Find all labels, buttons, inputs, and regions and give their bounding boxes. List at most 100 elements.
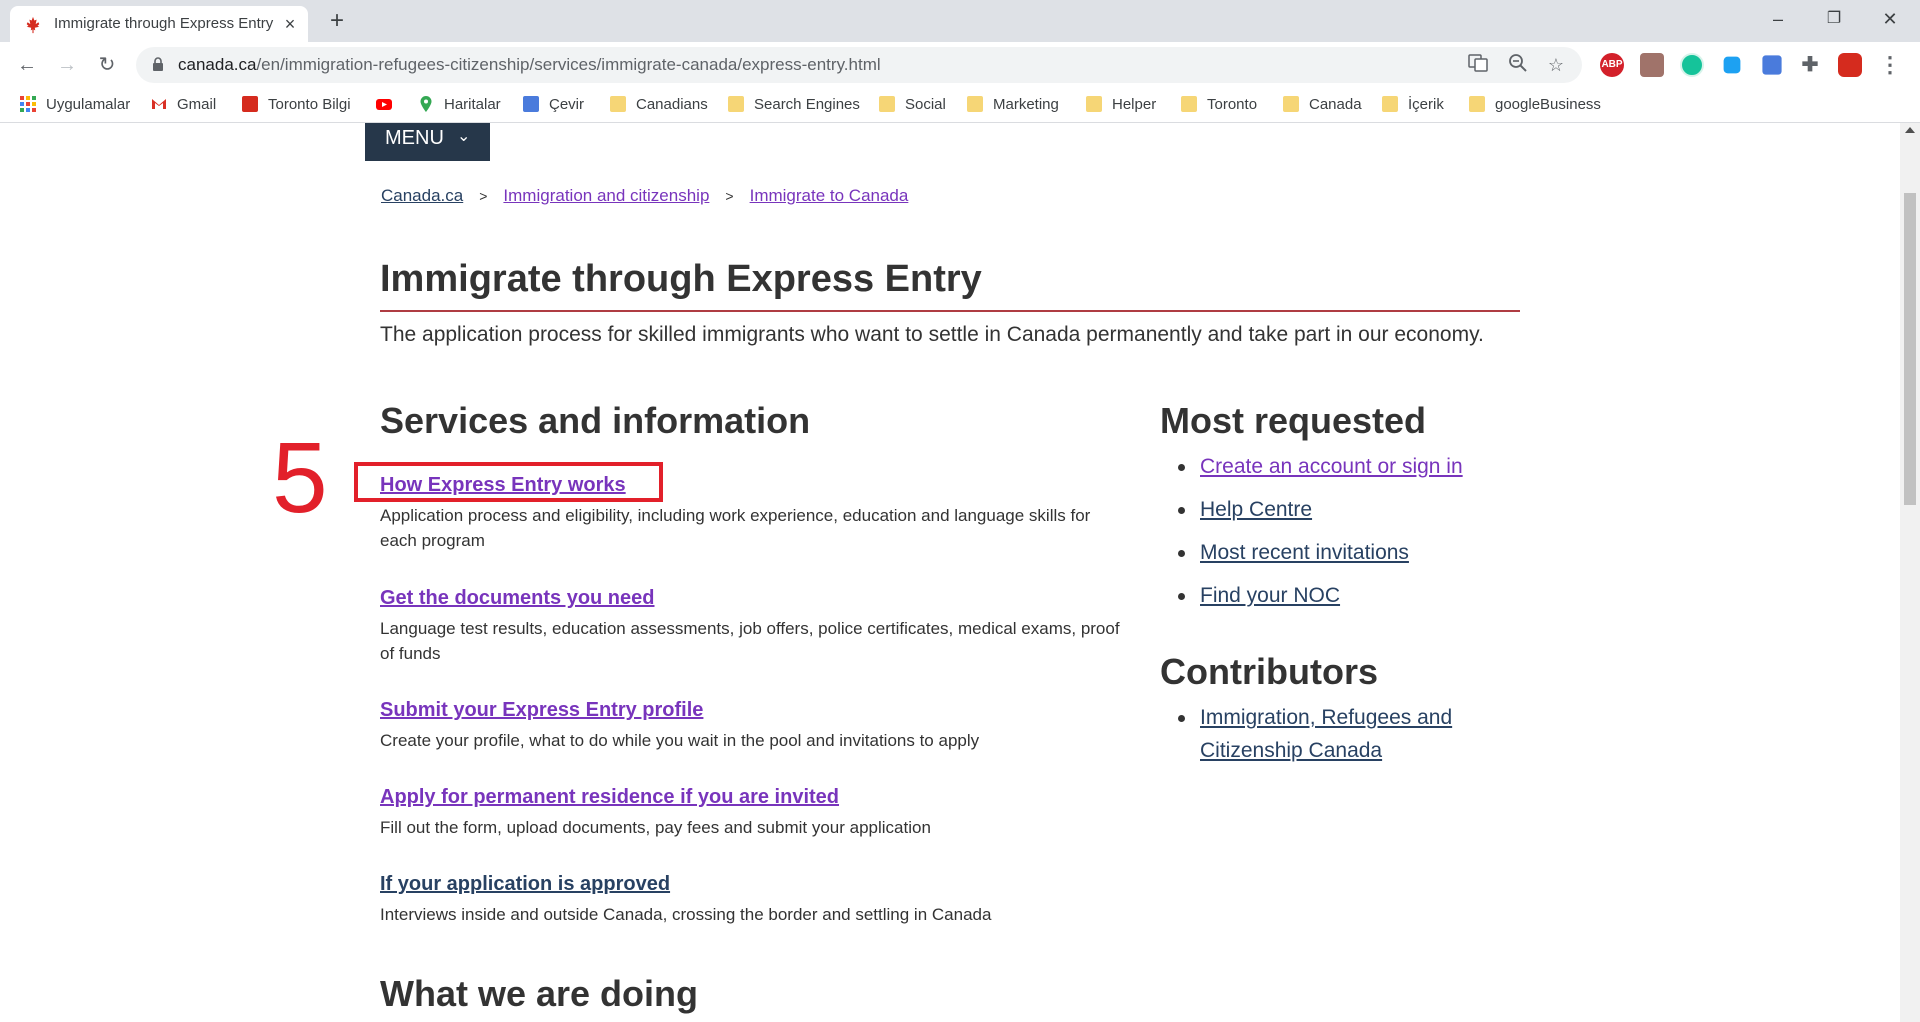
- menu-button[interactable]: MENU ⌄: [365, 123, 490, 161]
- grammarly-icon[interactable]: [1680, 53, 1704, 77]
- bookmark-apps[interactable]: Uygulamalar: [20, 88, 130, 122]
- contributors-heading: Contributors: [1160, 651, 1378, 692]
- screen-capture-icon[interactable]: [1723, 56, 1741, 74]
- adblock-plus-icon[interactable]: ABP: [1600, 53, 1624, 77]
- minimize-button[interactable]: –: [1750, 0, 1806, 38]
- service-description: Language test results, education assessm…: [380, 619, 1120, 663]
- bookmark-maps[interactable]: Haritalar: [418, 88, 501, 122]
- service-link-apply-pr[interactable]: Apply for permanent residence if you are…: [380, 786, 839, 809]
- apps-grid-icon: [20, 96, 36, 112]
- pdf-extension-icon[interactable]: [1640, 53, 1664, 77]
- back-arrow-icon[interactable]: ←: [12, 50, 42, 80]
- folder-icon: [967, 96, 983, 112]
- bookmark-youtube[interactable]: [376, 88, 392, 122]
- link-recent-invitations[interactable]: Most recent invitations: [1200, 541, 1409, 564]
- title-underline: [380, 310, 1520, 312]
- scroll-up-arrow-icon[interactable]: [1905, 127, 1915, 133]
- tab-close-icon[interactable]: ×: [280, 14, 300, 34]
- bookmark-icerik[interactable]: İçerik: [1382, 88, 1444, 122]
- browser-toolbar: ← → ↻ canada.ca/en/immigration-refugees-…: [0, 42, 1920, 88]
- folder-icon: [1469, 96, 1485, 112]
- bookmark-cevir[interactable]: Çevir: [523, 88, 584, 122]
- annotation-step-number: 5: [272, 422, 328, 534]
- breadcrumb-immigration[interactable]: Immigration and citizenship: [503, 186, 709, 205]
- list-item: Find your NOC: [1160, 579, 1463, 612]
- scrollbar-thumb[interactable]: [1904, 193, 1916, 505]
- address-bar[interactable]: canada.ca/en/immigration-refugees-citize…: [136, 47, 1582, 83]
- folder-icon: [1382, 96, 1398, 112]
- translate-page-icon[interactable]: [1466, 53, 1490, 77]
- bookmark-search-engines[interactable]: Search Engines: [728, 88, 860, 122]
- tab-strip: Immigrate through Express Entry × + – ❐ …: [0, 0, 1920, 42]
- new-tab-button[interactable]: +: [324, 8, 350, 34]
- link-ircc[interactable]: Immigration, Refugees and Citizenship Ca…: [1200, 706, 1452, 762]
- youtube-icon: [376, 99, 392, 110]
- page-scrollbar[interactable]: [1900, 123, 1920, 1022]
- menu-label: MENU: [385, 127, 444, 149]
- maps-pin-icon: [420, 96, 432, 112]
- folder-icon: [1283, 96, 1299, 112]
- kebab-menu-icon[interactable]: ⋮: [1878, 53, 1902, 77]
- service-description: Interviews inside and outside Canada, cr…: [380, 905, 992, 924]
- bookmark-gmail[interactable]: Gmail: [151, 88, 216, 122]
- most-requested-heading: Most requested: [1160, 400, 1427, 441]
- google-translate-ext-icon[interactable]: [1762, 55, 1782, 75]
- bookmark-canadians[interactable]: Canadians: [610, 88, 708, 122]
- link-help-centre[interactable]: Help Centre: [1200, 498, 1312, 521]
- service-description: Create your profile, what to do while yo…: [380, 731, 980, 750]
- bookmark-social[interactable]: Social: [879, 88, 946, 122]
- extensions-puzzle-icon[interactable]: ✚: [1798, 53, 1822, 77]
- page-content: MENU ⌄ Canada.ca > Immigration and citizen…: [0, 123, 1900, 1022]
- link-find-noc[interactable]: Find your NOC: [1200, 584, 1340, 607]
- bookmark-toronto-bilgi[interactable]: Toronto Bilgi: [242, 88, 351, 122]
- bookmark-canada[interactable]: Canada: [1283, 88, 1362, 122]
- breadcrumb-immigrate-canada[interactable]: Immigrate to Canada: [750, 186, 909, 205]
- breadcrumb-canada[interactable]: Canada.ca: [381, 186, 463, 205]
- profile-avatar-icon[interactable]: [1838, 53, 1862, 77]
- page-title: Immigrate through Express Entry: [380, 258, 982, 300]
- lock-icon: [153, 57, 163, 71]
- page-lead: The application process for skilled immi…: [380, 323, 1484, 346]
- gmail-icon: [152, 99, 166, 109]
- services-heading: Services and information: [380, 400, 811, 441]
- toronto-bilgi-icon: [242, 96, 258, 112]
- annotation-highlight-box: [354, 462, 663, 502]
- folder-icon: [1181, 96, 1197, 112]
- url-text: canada.ca/en/immigration-refugees-citize…: [178, 55, 881, 74]
- folder-icon: [879, 96, 895, 112]
- list-item: Create an account or sign in: [1160, 450, 1463, 483]
- restore-button[interactable]: ❐: [1806, 0, 1862, 38]
- translate-icon: [523, 96, 539, 112]
- bookmark-star-icon[interactable]: ☆: [1544, 53, 1568, 77]
- service-description: Fill out the form, upload documents, pay…: [380, 818, 931, 837]
- tab-title: Immigrate through Express Entry: [54, 15, 274, 32]
- folder-icon: [728, 96, 744, 112]
- reload-icon[interactable]: ↻: [92, 50, 122, 80]
- breadcrumb-separator: >: [479, 188, 488, 204]
- forward-arrow-icon[interactable]: →: [52, 50, 82, 80]
- bookmarks-bar: Uygulamalar Gmail Toronto Bilgi Haritala…: [0, 88, 1920, 123]
- service-link-approved[interactable]: If your application is approved: [380, 873, 670, 896]
- what-we-are-doing-heading: What we are doing: [380, 973, 699, 1014]
- list-item: Immigration, Refugees and Citizenship Ca…: [1160, 701, 1490, 767]
- bookmark-helper[interactable]: Helper: [1086, 88, 1156, 122]
- zoom-icon[interactable]: [1506, 53, 1530, 77]
- folder-icon: [610, 96, 626, 112]
- bookmark-toronto[interactable]: Toronto: [1181, 88, 1257, 122]
- chevron-down-icon: ⌄: [457, 128, 471, 145]
- close-window-button[interactable]: ✕: [1862, 0, 1918, 38]
- bookmark-googlebusiness[interactable]: googleBusiness: [1469, 88, 1601, 122]
- list-item: Most recent invitations: [1160, 536, 1463, 569]
- browser-tab[interactable]: Immigrate through Express Entry ×: [10, 6, 308, 42]
- service-link-get-documents[interactable]: Get the documents you need: [380, 587, 654, 610]
- breadcrumb-separator: >: [725, 188, 734, 204]
- service-description: Application process and eligibility, inc…: [380, 506, 1091, 550]
- link-create-account[interactable]: Create an account or sign in: [1200, 455, 1463, 478]
- bookmark-marketing[interactable]: Marketing: [967, 88, 1059, 122]
- contributors-list: Immigration, Refugees and Citizenship Ca…: [1160, 701, 1490, 777]
- maple-leaf-icon: [26, 16, 40, 34]
- most-requested-list: Create an account or sign in Help Centre…: [1160, 450, 1463, 622]
- breadcrumb: Canada.ca > Immigration and citizenship > Im…: [381, 186, 908, 206]
- list-item: Help Centre: [1160, 493, 1463, 526]
- service-link-submit-profile[interactable]: Submit your Express Entry profile: [380, 699, 703, 722]
